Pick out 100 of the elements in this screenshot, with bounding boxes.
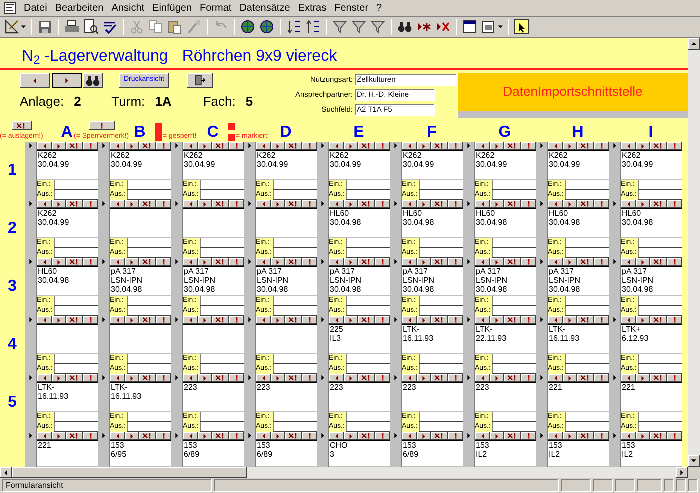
previous-button[interactable] — [548, 374, 563, 382]
help-icon[interactable] — [514, 19, 530, 35]
in-field[interactable] — [346, 296, 390, 306]
out-field[interactable] — [54, 248, 98, 258]
remove-button[interactable] — [431, 200, 448, 208]
label-field[interactable]: K262 30.04.99 — [37, 151, 98, 180]
note-button[interactable] — [667, 316, 682, 324]
note-button[interactable] — [375, 142, 390, 150]
previous-button[interactable] — [329, 374, 344, 382]
out-field[interactable] — [200, 248, 244, 258]
previous-button[interactable] — [548, 142, 563, 150]
previous-button[interactable] — [20, 73, 50, 88]
note-button[interactable] — [667, 142, 682, 150]
in-field[interactable] — [419, 180, 463, 190]
in-field[interactable] — [200, 238, 244, 248]
note-button[interactable] — [594, 316, 609, 324]
in-field[interactable] — [638, 412, 682, 422]
in-field[interactable] — [419, 238, 463, 248]
previous-button[interactable] — [475, 200, 490, 208]
previous-button[interactable] — [110, 432, 125, 440]
note-button[interactable] — [594, 374, 609, 382]
out-field[interactable] — [54, 190, 98, 200]
label-field[interactable]: pA 317 LSN-IPN 30.04.98 — [329, 267, 390, 296]
note-button[interactable] — [156, 374, 171, 382]
note-button[interactable] — [375, 258, 390, 266]
in-field[interactable] — [200, 296, 244, 306]
remove-button[interactable] — [358, 316, 375, 324]
out-field[interactable] — [54, 306, 98, 316]
label-field[interactable]: pA 317 LSN-IPN 30.04.98 — [621, 267, 682, 296]
label-field[interactable]: pA 317 LSN-IPN 30.04.98 — [475, 267, 536, 296]
note-button[interactable] — [667, 200, 682, 208]
in-field[interactable] — [54, 180, 98, 190]
note-button[interactable] — [667, 432, 682, 440]
globe-icon[interactable] — [240, 19, 256, 35]
out-field[interactable] — [565, 248, 609, 258]
label-field[interactable]: pA 317 LSN-IPN 30.04.98 — [256, 267, 317, 296]
remove-button[interactable] — [212, 432, 229, 440]
in-field[interactable] — [273, 180, 317, 190]
new-object-icon[interactable] — [481, 19, 497, 35]
note-button[interactable] — [594, 258, 609, 266]
note-button[interactable] — [521, 432, 536, 440]
previous-button[interactable] — [329, 432, 344, 440]
note-button[interactable] — [156, 200, 171, 208]
in-field[interactable] — [419, 296, 463, 306]
previous-button[interactable] — [621, 374, 636, 382]
in-field[interactable] — [54, 296, 98, 306]
label-field[interactable]: HL60 30.04.98 — [475, 209, 536, 238]
menu-item[interactable]: Ansicht — [112, 0, 145, 16]
in-field[interactable] — [200, 180, 244, 190]
note-button[interactable] — [594, 200, 609, 208]
label-field[interactable]: 221 — [37, 441, 98, 467]
label-field[interactable]: 153 IL2 — [621, 441, 682, 467]
note-button[interactable] — [88, 121, 115, 130]
out-field[interactable] — [273, 306, 317, 316]
out-field[interactable] — [200, 364, 244, 374]
remove-button[interactable] — [431, 374, 448, 382]
out-field[interactable] — [200, 422, 244, 432]
remove-button[interactable] — [650, 432, 667, 440]
note-button[interactable] — [83, 258, 98, 266]
out-field[interactable] — [54, 422, 98, 432]
scroll-thumb[interactable] — [12, 467, 247, 478]
previous-button[interactable] — [37, 316, 52, 324]
remove-button[interactable] — [358, 432, 375, 440]
note-button[interactable] — [156, 316, 171, 324]
previous-button[interactable] — [110, 374, 125, 382]
note-button[interactable] — [375, 200, 390, 208]
in-field[interactable] — [492, 296, 536, 306]
out-field[interactable] — [638, 422, 682, 432]
in-field[interactable] — [54, 354, 98, 364]
menu-item[interactable]: ? — [376, 0, 382, 16]
note-button[interactable] — [375, 316, 390, 324]
in-field[interactable] — [273, 412, 317, 422]
label-field[interactable]: 223 — [402, 383, 463, 412]
in-field[interactable] — [638, 296, 682, 306]
previous-button[interactable] — [402, 200, 417, 208]
note-button[interactable] — [229, 142, 244, 150]
label-field[interactable]: HL60 30.04.98 — [548, 209, 609, 238]
previous-button[interactable] — [183, 374, 198, 382]
remove-button[interactable] — [12, 121, 32, 130]
remove-button[interactable] — [431, 316, 448, 324]
remove-button[interactable] — [504, 200, 521, 208]
previous-button[interactable] — [548, 200, 563, 208]
label-field[interactable]: pA 317 LSN-IPN 30.04.98 — [402, 267, 463, 296]
previous-button[interactable] — [110, 200, 125, 208]
previous-button[interactable] — [183, 142, 198, 150]
in-field[interactable] — [127, 412, 171, 422]
in-field[interactable] — [127, 238, 171, 248]
label-field[interactable] — [110, 209, 171, 238]
remove-button[interactable] — [577, 316, 594, 324]
previous-button[interactable] — [402, 432, 417, 440]
horizontal-scrollbar[interactable] — [0, 467, 700, 478]
previous-button[interactable] — [329, 316, 344, 324]
previous-button[interactable] — [548, 432, 563, 440]
remove-button[interactable] — [577, 432, 594, 440]
out-field[interactable] — [200, 190, 244, 200]
label-field[interactable]: K262 30.04.99 — [402, 151, 463, 180]
in-field[interactable] — [54, 238, 98, 248]
out-field[interactable] — [273, 248, 317, 258]
remove-button[interactable] — [650, 258, 667, 266]
remove-button[interactable] — [212, 374, 229, 382]
